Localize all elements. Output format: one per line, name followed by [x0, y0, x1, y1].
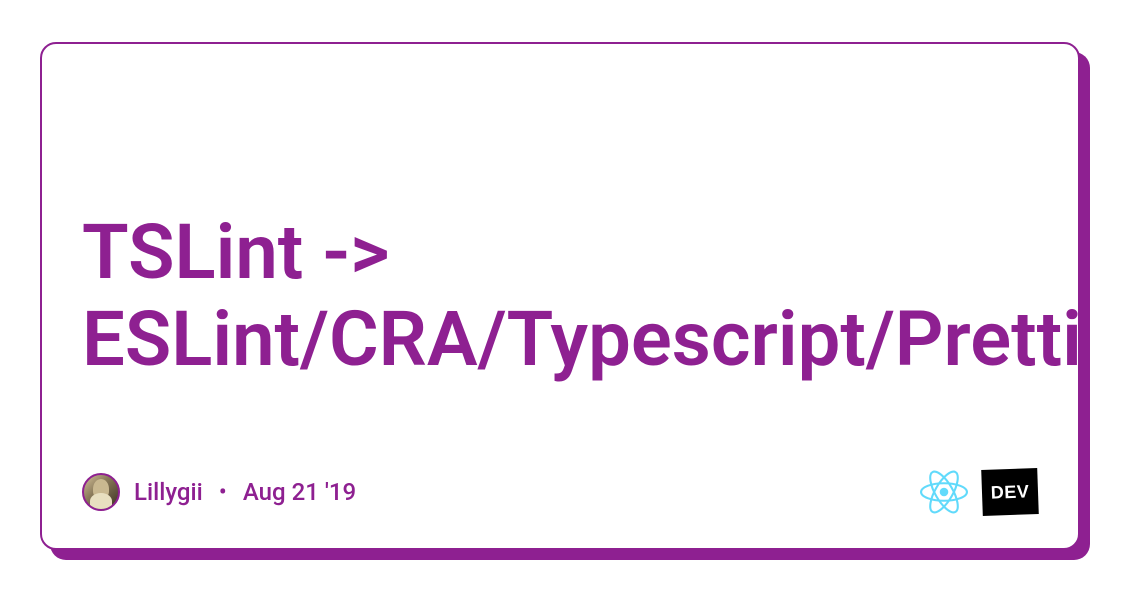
dev-badge: DEV [981, 468, 1039, 516]
react-icon [920, 468, 968, 516]
author-avatar [82, 473, 120, 511]
article-card: TSLint -> ESLint/CRA/Typescript/Prettier… [40, 42, 1080, 550]
author-row: Lillygii • Aug 21 '19 [82, 473, 356, 511]
author-name: Lillygii [134, 478, 203, 506]
dev-badge-text: DEV [990, 481, 1029, 503]
publish-date: Aug 21 '19 [243, 478, 356, 506]
card-footer: Lillygii • Aug 21 '19 DEV [82, 468, 1078, 516]
article-title: TSLint -> ESLint/CRA/Typescript/Prettier [82, 209, 1078, 384]
title-wrapper: TSLint -> ESLint/CRA/Typescript/Prettier [82, 84, 1078, 468]
logo-row: DEV [920, 468, 1038, 516]
bullet-separator: • [219, 478, 227, 506]
